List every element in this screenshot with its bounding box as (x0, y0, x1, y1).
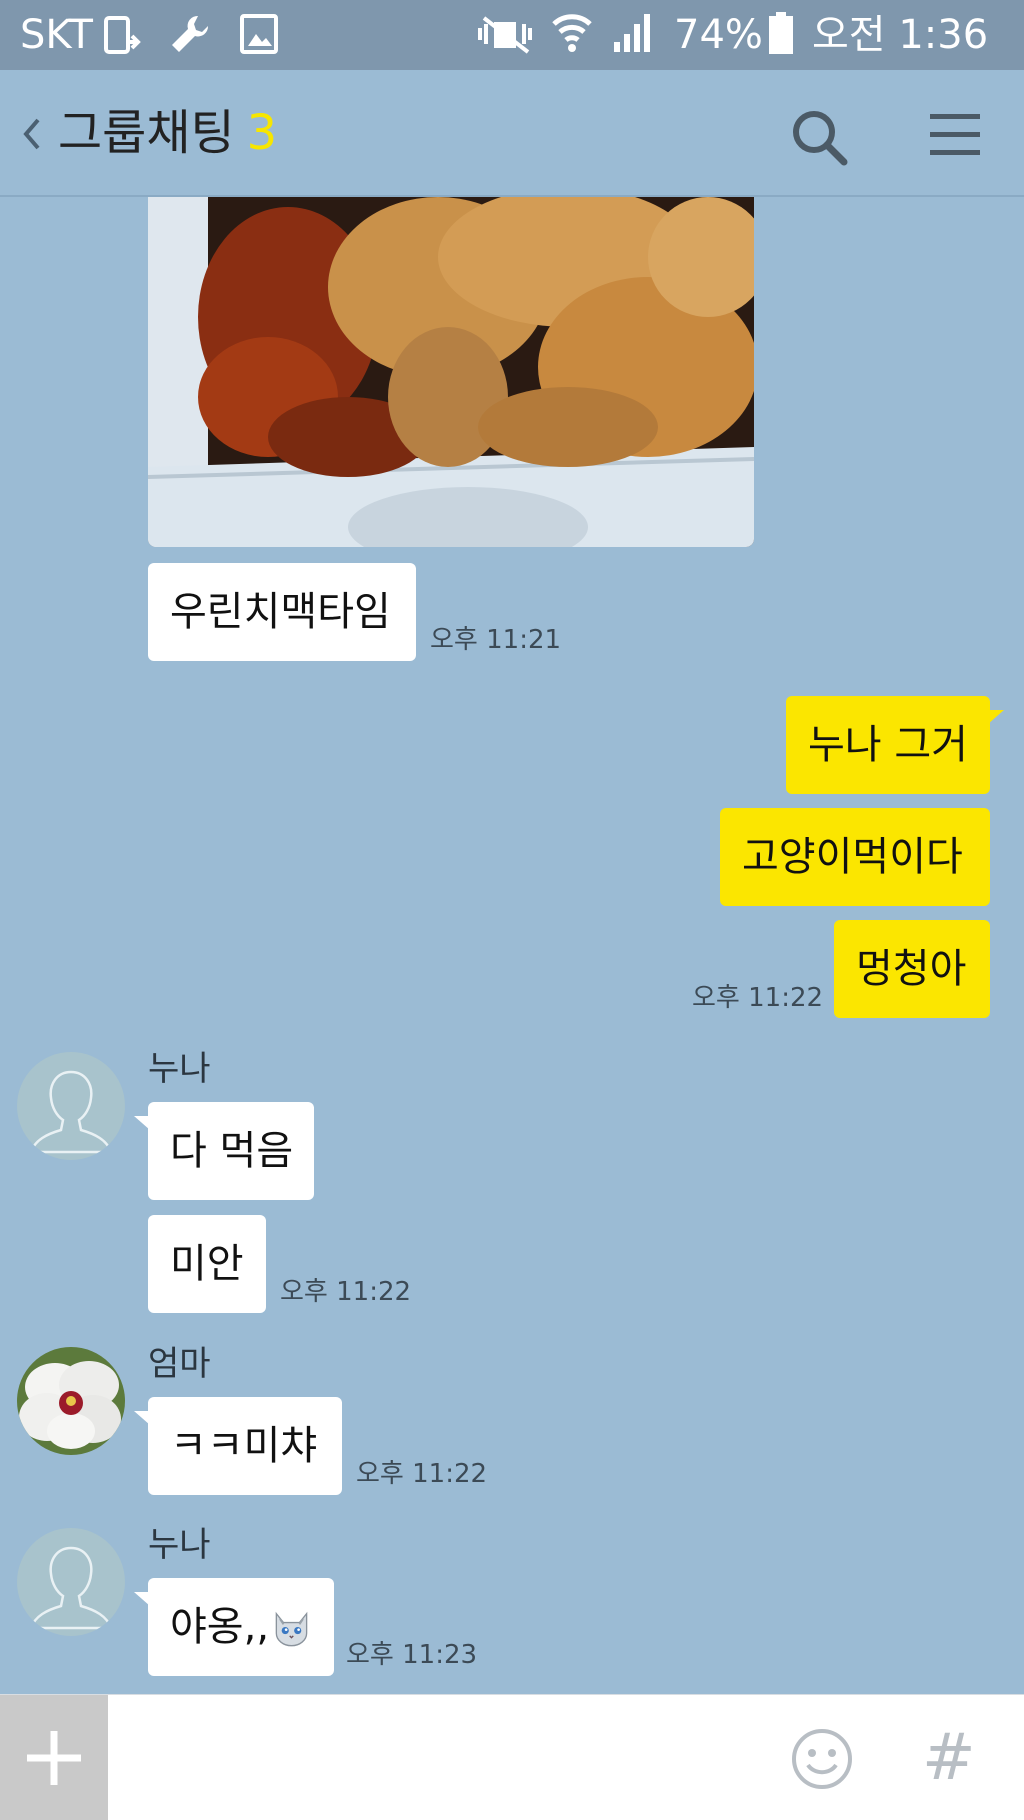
chat-title-text: 그룹채팅 (58, 105, 235, 161)
avatar[interactable] (17, 1528, 125, 1636)
sender-name: 엄마 (148, 1344, 211, 1384)
default-profile-icon (17, 1052, 125, 1160)
default-profile-icon (17, 1528, 125, 1636)
message-text: 야옹,, (170, 1604, 270, 1650)
carrier-label: SKT (20, 12, 93, 58)
flower-profile-photo (17, 1347, 125, 1455)
battery-percent: 74% (674, 12, 763, 58)
message-input-bar: # (0, 1694, 1024, 1820)
message-time: 오후 11:23 (346, 1640, 478, 1670)
message-text: 다 먹음 (170, 1128, 294, 1174)
avatar[interactable] (17, 1347, 125, 1455)
phone-sync-icon (104, 16, 141, 54)
wrench-icon (172, 15, 209, 53)
search-icon[interactable] (790, 108, 848, 166)
sender-name: 누나 (148, 1049, 211, 1089)
hashtag-icon[interactable]: # (922, 1723, 976, 1793)
chicken-photo (148, 197, 754, 547)
chat-header: 그룹채팅 3 (0, 70, 1024, 197)
plus-icon (27, 1731, 81, 1785)
cat-emoji-icon (275, 1611, 308, 1647)
message-text: 우린치맥타임 (170, 589, 391, 635)
image-icon (240, 14, 278, 54)
message-text: ㅋㅋ미챠 (170, 1423, 318, 1469)
wifi-icon (552, 14, 592, 52)
message-input[interactable] (124, 1715, 764, 1801)
message-bubble[interactable]: ㅋㅋ미챠 (134, 1397, 342, 1495)
emoji-icon[interactable] (790, 1727, 854, 1791)
my-message-bubble[interactable]: 고양이먹이다 (720, 808, 990, 906)
menu-icon[interactable] (928, 110, 982, 160)
message-text: 멍청아 (856, 946, 967, 992)
message-bubble[interactable]: 야옹,, (134, 1578, 334, 1676)
vibrate-mute-icon (478, 16, 532, 54)
message-text: 누나 그거 (808, 722, 968, 768)
status-bar: SKT 74% 오전 1:36 (0, 0, 1024, 70)
clock: 오전 1:36 (812, 12, 989, 58)
back-chevron-icon[interactable] (18, 108, 44, 160)
photo-message[interactable] (148, 197, 754, 547)
message-time: 오후 11:22 (356, 1459, 488, 1489)
message-list[interactable]: 우린치맥타임 오후 11:21 누나 그거 고양이먹이다 멍청아 오후 11:2… (0, 197, 1024, 1694)
sender-name: 누나 (148, 1525, 211, 1565)
message-bubble[interactable]: 다 먹음 (134, 1102, 314, 1200)
message-bubble[interactable]: 미안 (148, 1215, 266, 1313)
member-count: 3 (246, 105, 278, 161)
message-text: 고양이먹이다 (742, 834, 963, 880)
message-time: 오후 11:22 (280, 1277, 412, 1307)
message-bubble[interactable]: 우린치맥타임 (148, 563, 416, 661)
my-message-bubble[interactable]: 멍청아 (834, 920, 990, 1018)
message-text: 미안 (170, 1241, 244, 1287)
my-message-bubble[interactable]: 누나 그거 (786, 696, 1004, 794)
battery-icon (769, 12, 793, 54)
chat-title: 그룹채팅 3 (58, 103, 277, 163)
signal-icon (614, 14, 650, 52)
attach-button[interactable] (0, 1695, 108, 1820)
message-time: 오후 11:22 (692, 983, 824, 1013)
message-time: 오후 11:21 (430, 625, 562, 655)
avatar[interactable] (17, 1052, 125, 1160)
